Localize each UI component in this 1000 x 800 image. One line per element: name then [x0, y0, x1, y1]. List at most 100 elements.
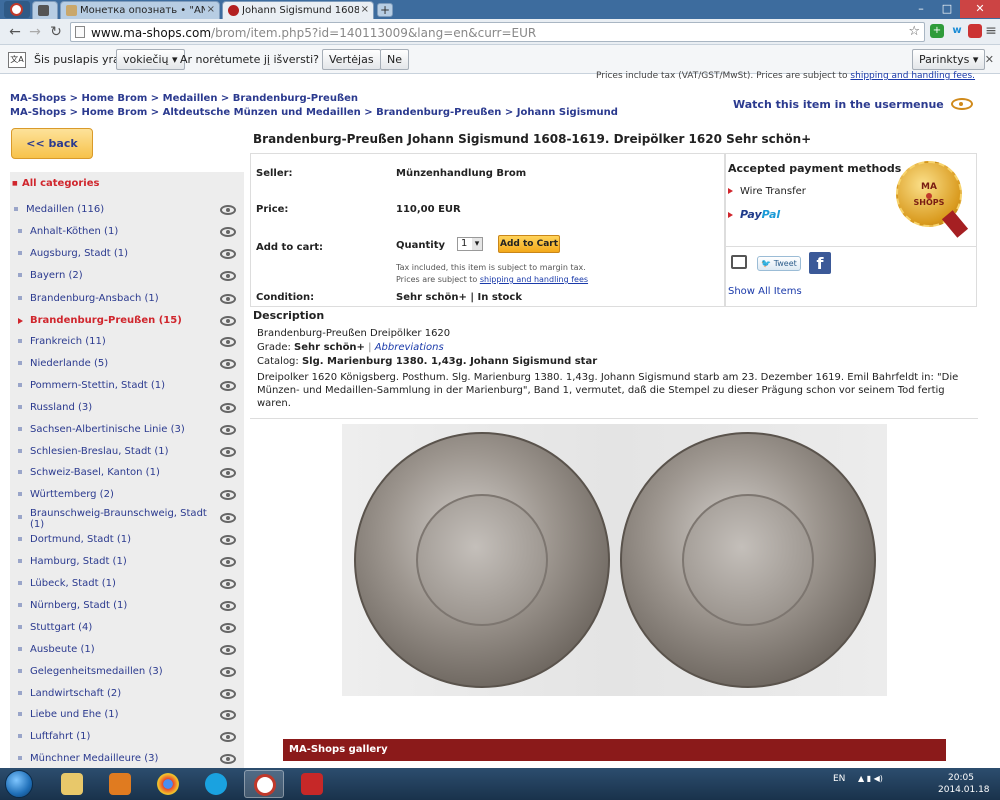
- category-item[interactable]: Schweiz-Basel, Kanton (1): [10, 463, 244, 485]
- category-label[interactable]: Luftfahrt (1): [30, 731, 90, 742]
- eye-icon[interactable]: [220, 732, 236, 742]
- eye-icon[interactable]: [220, 490, 236, 500]
- category-item[interactable]: Ausbeute (1): [10, 640, 244, 662]
- browser-menu-button[interactable]: [4, 1, 30, 18]
- facebook-icon[interactable]: f: [809, 252, 831, 274]
- extension-w-icon[interactable]: w: [950, 24, 964, 38]
- shipping-fees-link[interactable]: shipping and handling fees: [480, 275, 588, 284]
- category-item[interactable]: Frankreich (11): [10, 332, 244, 354]
- breadcrumb-link[interactable]: Altdeutsche Münzen und Medaillen: [163, 107, 361, 118]
- close-translate-icon[interactable]: ✕: [985, 53, 994, 66]
- category-label[interactable]: Niederlande (5): [30, 358, 108, 369]
- category-label[interactable]: Lübeck, Stadt (1): [30, 578, 116, 589]
- eye-icon[interactable]: [220, 294, 236, 304]
- category-label[interactable]: Nürnberg, Stadt (1): [30, 600, 127, 611]
- shipping-link[interactable]: shipping and handling fees.: [850, 71, 975, 81]
- category-item[interactable]: Lübeck, Stadt (1): [10, 574, 244, 596]
- forward-arrow-icon[interactable]: →: [26, 23, 44, 41]
- category-label[interactable]: Gelegenheitsmedaillen (3): [30, 666, 163, 677]
- options-button[interactable]: Parinktys ▾: [912, 49, 986, 70]
- category-label[interactable]: Dortmund, Stadt (1): [30, 534, 131, 545]
- category-item[interactable]: Dortmund, Stadt (1): [10, 530, 244, 552]
- eye-icon[interactable]: [220, 689, 236, 699]
- eye-icon[interactable]: [220, 468, 236, 478]
- eye-icon[interactable]: [220, 205, 236, 215]
- eye-icon[interactable]: [220, 754, 236, 764]
- eye-icon[interactable]: [220, 227, 236, 237]
- eye-icon[interactable]: [220, 535, 236, 545]
- category-item[interactable]: Niederlande (5): [10, 354, 244, 376]
- category-label[interactable]: Bayern (2): [30, 270, 83, 281]
- category-item[interactable]: Gelegenheitsmedaillen (3): [10, 662, 244, 684]
- translate-button[interactable]: Vertėjas: [322, 49, 381, 70]
- category-label[interactable]: Münchner Medailleure (3): [30, 753, 158, 764]
- category-item[interactable]: Anhalt-Köthen (1): [10, 222, 244, 244]
- category-item[interactable]: Sachsen-Albertinische Linie (3): [10, 420, 244, 442]
- maximize-icon[interactable]: □: [934, 0, 960, 18]
- reload-icon[interactable]: ↻: [47, 23, 65, 41]
- breadcrumb-link[interactable]: MA-Shops: [10, 93, 66, 104]
- eye-icon[interactable]: [220, 337, 236, 347]
- category-label[interactable]: Hamburg, Stadt (1): [30, 556, 127, 567]
- abbreviations-link[interactable]: Abbreviations: [375, 342, 444, 353]
- eye-icon[interactable]: [220, 316, 236, 326]
- tab-monetka[interactable]: Монетка опознать • "ANTI ×: [60, 1, 220, 19]
- eye-icon[interactable]: [220, 645, 236, 655]
- back-arrow-icon[interactable]: ←: [6, 23, 24, 41]
- close-tab-icon[interactable]: ×: [361, 4, 369, 15]
- category-item[interactable]: Bayern (2): [10, 266, 244, 288]
- category-label[interactable]: Brandenburg-Preußen (15): [30, 315, 182, 326]
- category-label[interactable]: Anhalt-Köthen (1): [30, 226, 118, 237]
- language-indicator[interactable]: EN: [833, 774, 845, 784]
- media-app[interactable]: [100, 770, 140, 798]
- breadcrumb-link[interactable]: Home Brom: [82, 93, 148, 104]
- breadcrumb-link[interactable]: MA-Shops: [10, 107, 66, 118]
- eye-icon[interactable]: [220, 381, 236, 391]
- category-label[interactable]: Schweiz-Basel, Kanton (1): [30, 467, 160, 478]
- extension-red-icon[interactable]: [968, 24, 982, 38]
- address-bar[interactable]: www.ma-shops.com/brom/item.php5?id=14011…: [70, 22, 925, 42]
- category-label[interactable]: Sachsen-Albertinische Linie (3): [30, 424, 185, 435]
- category-item[interactable]: Württemberg (2): [10, 485, 244, 507]
- breadcrumb-link[interactable]: Brandenburg-Preußen: [376, 107, 501, 118]
- category-label[interactable]: Frankreich (11): [30, 336, 106, 347]
- eye-icon[interactable]: [220, 271, 236, 281]
- show-all-items-link[interactable]: Show All Items: [728, 286, 802, 297]
- eye-icon[interactable]: [220, 667, 236, 677]
- explorer-app[interactable]: [52, 770, 92, 798]
- category-item[interactable]: Luftfahrt (1): [10, 727, 244, 749]
- start-button[interactable]: [5, 770, 33, 798]
- category-item[interactable]: Augsburg, Stadt (1): [10, 244, 244, 266]
- close-tab-icon[interactable]: ×: [207, 4, 215, 15]
- quantity-select[interactable]: 1: [457, 237, 483, 251]
- close-window-icon[interactable]: ✕: [960, 0, 1000, 18]
- category-item[interactable]: Schlesien-Breslau, Stadt (1): [10, 442, 244, 464]
- bookmark-star-icon[interactable]: ☆: [908, 24, 920, 39]
- coin-photo[interactable]: [342, 424, 887, 696]
- category-label[interactable]: Württemberg (2): [30, 489, 114, 500]
- opera-app[interactable]: [244, 770, 284, 798]
- category-item[interactable]: Pommern-Stettin, Stadt (1): [10, 376, 244, 398]
- eye-icon[interactable]: [220, 513, 236, 523]
- system-clock[interactable]: 20:05 2014.01.18: [938, 772, 990, 796]
- eye-icon[interactable]: [220, 579, 236, 589]
- eye-icon[interactable]: [951, 98, 973, 110]
- extension-green-icon[interactable]: +: [930, 24, 944, 38]
- eye-icon[interactable]: [220, 359, 236, 369]
- tweet-button[interactable]: 🐦 Tweet: [757, 256, 801, 271]
- category-label[interactable]: Brandenburg-Ansbach (1): [30, 293, 159, 304]
- breadcrumb-link[interactable]: Medaillen: [163, 93, 218, 104]
- eye-icon[interactable]: [220, 403, 236, 413]
- category-item[interactable]: Russland (3): [10, 398, 244, 420]
- back-button[interactable]: << back: [11, 128, 93, 159]
- minimize-icon[interactable]: –: [908, 0, 934, 18]
- category-label[interactable]: Medaillen (116): [26, 204, 104, 215]
- watch-item-link[interactable]: Watch this item in the usermenue: [733, 98, 944, 111]
- category-label[interactable]: Pommern-Stettin, Stadt (1): [30, 380, 165, 391]
- category-item[interactable]: Liebe und Ehe (1): [10, 705, 244, 727]
- tray-icons[interactable]: ▲ ▮ ◀): [858, 774, 883, 783]
- breadcrumb-link[interactable]: Brandenburg-Preußen: [233, 93, 358, 104]
- category-label[interactable]: Augsburg, Stadt (1): [30, 248, 128, 259]
- eye-icon[interactable]: [220, 601, 236, 611]
- category-item[interactable]: Brandenburg-Preußen (15): [10, 311, 244, 333]
